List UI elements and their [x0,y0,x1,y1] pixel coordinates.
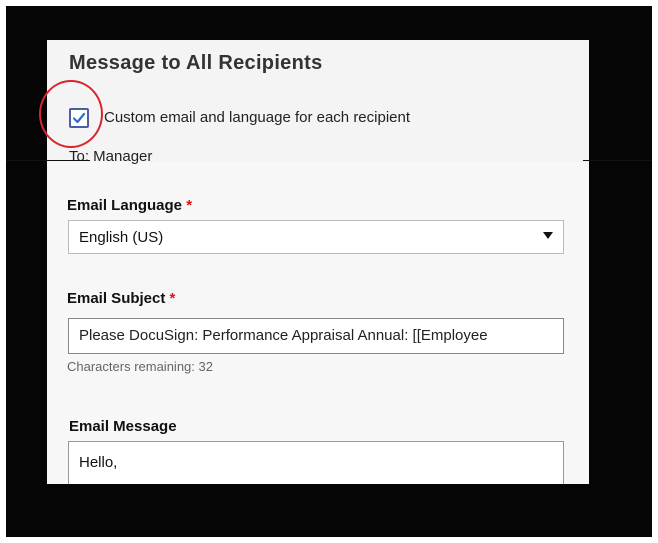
email-message-label: Email Message [69,418,177,435]
message-panel: Message to All Recipients Custom email a… [47,40,589,484]
email-language-select[interactable]: English (US) [68,220,564,254]
email-subject-label: Email Subject * [67,290,175,307]
custom-email-checkbox-label[interactable]: Custom email and language for each recip… [104,109,410,126]
email-message-value: Hello, [79,454,118,471]
recipient-to-label: To: Manager [69,148,153,165]
email-language-label-text: Email Language [67,197,183,214]
required-marker: * [169,290,176,307]
email-message-textarea[interactable]: Hello, [68,441,564,484]
divider-line-right [583,160,652,161]
email-subject-label-text: Email Subject [67,290,166,307]
highlight-circle [39,80,103,148]
characters-remaining: Characters remaining: 32 [67,359,213,374]
email-language-label: Email Language * [67,197,192,214]
dropdown-arrow-icon [543,232,553,239]
required-marker: * [186,197,193,214]
panel-title: Message to All Recipients [69,52,323,74]
email-language-value: English (US) [79,229,164,246]
divider-line-left [6,160,90,161]
email-subject-value: Please DocuSign: Performance Appraisal A… [79,327,488,344]
email-subject-input[interactable]: Please DocuSign: Performance Appraisal A… [68,318,564,354]
